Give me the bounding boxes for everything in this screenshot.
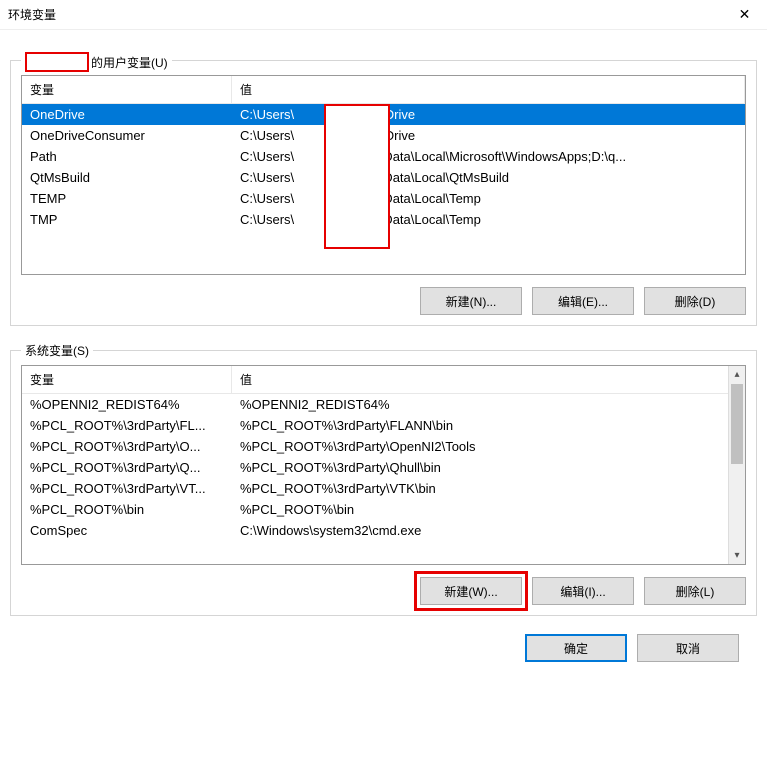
cell-var: ComSpec	[22, 523, 232, 538]
system-new-button[interactable]: 新建(W)...	[420, 577, 522, 605]
col-header-var[interactable]: 变量	[22, 366, 232, 393]
titlebar: 环境变量 ✕	[0, 0, 767, 30]
system-table-body: %OPENNI2_REDIST64%%OPENNI2_REDIST64%%PCL…	[22, 394, 728, 564]
system-variables-table[interactable]: 变量 值 %OPENNI2_REDIST64%%OPENNI2_REDIST64…	[21, 365, 746, 565]
col-header-val[interactable]: 值	[232, 76, 745, 103]
user-table-header: 变量 值	[22, 76, 745, 104]
scroll-thumb[interactable]	[731, 384, 743, 464]
highlight-new-system: 新建(W)...	[420, 577, 522, 605]
system-scrollbar[interactable]: ▴ ▾	[728, 366, 745, 564]
cell-var: %PCL_ROOT%\bin	[22, 502, 232, 517]
table-row[interactable]: %OPENNI2_REDIST64%%OPENNI2_REDIST64%	[22, 394, 728, 415]
dialog-content: 的用户变量(U) 变量 值 OneDriveC:\Users\OneDriveO…	[0, 30, 767, 662]
cell-val: C:\Users\AppData\Local\Temp	[232, 212, 745, 227]
cell-val: %PCL_ROOT%\3rdParty\VTK\bin	[232, 481, 728, 496]
user-table-body: OneDriveC:\Users\OneDriveOneDriveConsume…	[22, 104, 745, 274]
user-variables-group: 的用户变量(U) 变量 值 OneDriveC:\Users\OneDriveO…	[10, 60, 757, 326]
table-row[interactable]: ComSpecC:\Windows\system32\cmd.exe	[22, 520, 728, 541]
cell-var: Path	[22, 149, 232, 164]
cell-val: %OPENNI2_REDIST64%	[232, 397, 728, 412]
table-row[interactable]: %PCL_ROOT%\bin%PCL_ROOT%\bin	[22, 499, 728, 520]
table-row[interactable]: %PCL_ROOT%\3rdParty\FL...%PCL_ROOT%\3rdP…	[22, 415, 728, 436]
cell-val: C:\Users\OneDrive	[232, 128, 745, 143]
user-group-label: 的用户变量(U)	[21, 52, 172, 72]
cell-var: TEMP	[22, 191, 232, 206]
cell-var: %PCL_ROOT%\3rdParty\FL...	[22, 418, 232, 433]
cell-val: C:\Users\AppData\Local\Microsoft\Windows…	[232, 149, 745, 164]
scroll-up-icon[interactable]: ▴	[729, 366, 745, 383]
cell-val: %PCL_ROOT%\3rdParty\Qhull\bin	[232, 460, 728, 475]
cell-var: %OPENNI2_REDIST64%	[22, 397, 232, 412]
close-button[interactable]: ✕	[722, 1, 767, 29]
user-new-button[interactable]: 新建(N)...	[420, 287, 522, 315]
user-delete-button[interactable]: 删除(D)	[644, 287, 746, 315]
col-header-var[interactable]: 变量	[22, 76, 232, 103]
table-row[interactable]: %PCL_ROOT%\3rdParty\Q...%PCL_ROOT%\3rdPa…	[22, 457, 728, 478]
cell-var: TMP	[22, 212, 232, 227]
system-delete-button[interactable]: 删除(L)	[644, 577, 746, 605]
system-group-label: 系统变量(S)	[21, 342, 93, 359]
system-table-header: 变量 值	[22, 366, 745, 394]
user-edit-button[interactable]: 编辑(E)...	[532, 287, 634, 315]
dialog-footer: 确定 取消	[10, 616, 757, 662]
ok-button[interactable]: 确定	[525, 634, 627, 662]
cell-var: %PCL_ROOT%\3rdParty\VT...	[22, 481, 232, 496]
cell-val: %PCL_ROOT%\3rdParty\OpenNI2\Tools	[232, 439, 728, 454]
cell-val: %PCL_ROOT%\bin	[232, 502, 728, 517]
cell-var: QtMsBuild	[22, 170, 232, 185]
cell-val: C:\Users\OneDrive	[232, 107, 745, 122]
redacted-username-column	[324, 104, 390, 249]
cell-val: C:\Users\AppData\Local\QtMsBuild	[232, 170, 745, 185]
cell-var: %PCL_ROOT%\3rdParty\Q...	[22, 460, 232, 475]
close-icon: ✕	[739, 6, 751, 23]
table-row[interactable]: %PCL_ROOT%\3rdParty\O...%PCL_ROOT%\3rdPa…	[22, 436, 728, 457]
window-title: 环境变量	[8, 6, 56, 23]
user-variables-table[interactable]: 变量 值 OneDriveC:\Users\OneDriveOneDriveCo…	[21, 75, 746, 275]
cell-val: C:\Windows\system32\cmd.exe	[232, 523, 728, 538]
cancel-button[interactable]: 取消	[637, 634, 739, 662]
cell-var: OneDriveConsumer	[22, 128, 232, 143]
col-header-val[interactable]: 值	[232, 366, 745, 393]
system-variables-group: 系统变量(S) 变量 值 %OPENNI2_REDIST64%%OPENNI2_…	[10, 350, 757, 616]
cell-var: %PCL_ROOT%\3rdParty\O...	[22, 439, 232, 454]
redacted-username-label	[25, 52, 89, 72]
table-row[interactable]: %PCL_ROOT%\3rdParty\VT...%PCL_ROOT%\3rdP…	[22, 478, 728, 499]
user-buttons: 新建(N)... 编辑(E)... 删除(D)	[21, 287, 746, 315]
cell-val: %PCL_ROOT%\3rdParty\FLANN\bin	[232, 418, 728, 433]
system-edit-button[interactable]: 编辑(I)...	[532, 577, 634, 605]
scroll-down-icon[interactable]: ▾	[729, 547, 745, 564]
system-buttons: 新建(W)... 编辑(I)... 删除(L)	[21, 577, 746, 605]
cell-var: OneDrive	[22, 107, 232, 122]
cell-val: C:\Users\AppData\Local\Temp	[232, 191, 745, 206]
